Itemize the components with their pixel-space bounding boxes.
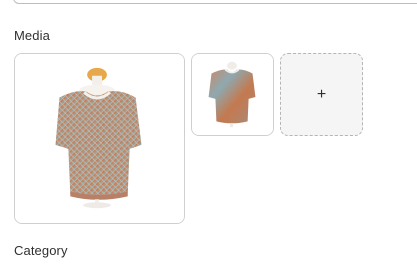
add-media-button[interactable]: +	[280, 53, 363, 136]
category-section-label: Category	[14, 243, 68, 258]
media-thumbnail-secondary[interactable]	[191, 53, 274, 136]
media-thumbnail-main[interactable]	[14, 53, 185, 224]
plus-icon: +	[316, 85, 327, 103]
media-section-label: Media	[14, 28, 50, 43]
text-field-above[interactable]	[13, 0, 417, 4]
sweater-image-secondary	[192, 54, 273, 135]
product-form-page: Media + Category	[0, 0, 417, 265]
sweater-image-main	[15, 54, 184, 223]
